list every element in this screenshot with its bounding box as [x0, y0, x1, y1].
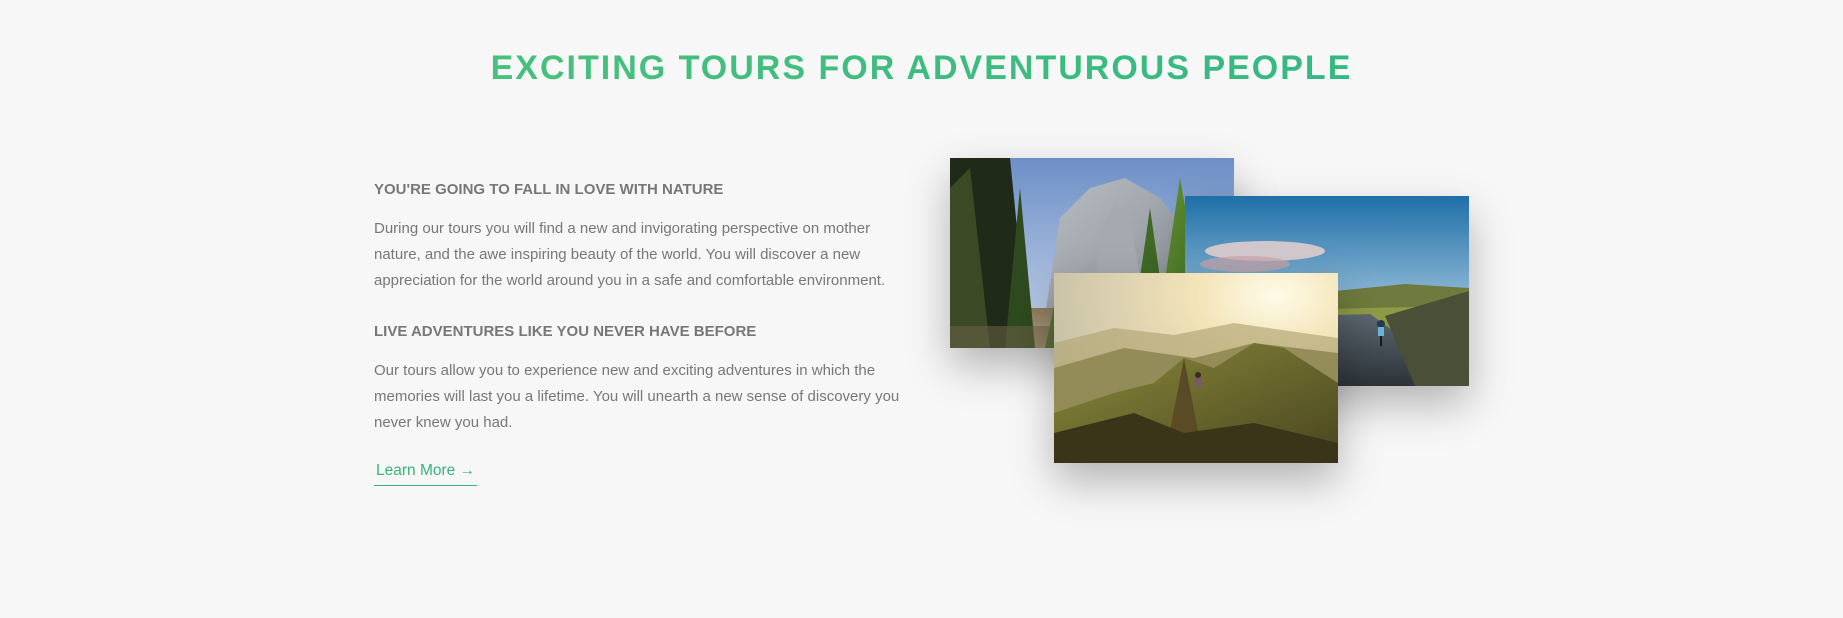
nature-heading: YOU'RE GOING TO FALL IN LOVE WITH NATURE	[374, 181, 724, 198]
adventure-paragraph: Our tours allow you to experience new an…	[374, 362, 900, 431]
nature-paragraph: During our tours you will find a new and…	[374, 220, 886, 289]
text-column: YOU'RE GOING TO FALL IN LOVE WITH NATURE…	[374, 178, 904, 486]
about-section: EXCITING TOURS FOR ADVENTUROUS PEOPLE YO…	[0, 0, 1843, 618]
learn-more-link[interactable]: Learn More →	[374, 460, 478, 486]
mountain-ridge-hiker-photo[interactable]	[1054, 273, 1338, 463]
section-title: EXCITING TOURS FOR ADVENTUROUS PEOPLE	[0, 46, 1843, 90]
adventure-heading: LIVE ADVENTURES LIKE YOU NEVER HAVE BEFO…	[374, 323, 757, 340]
mountain-ridge-image	[1054, 273, 1338, 463]
